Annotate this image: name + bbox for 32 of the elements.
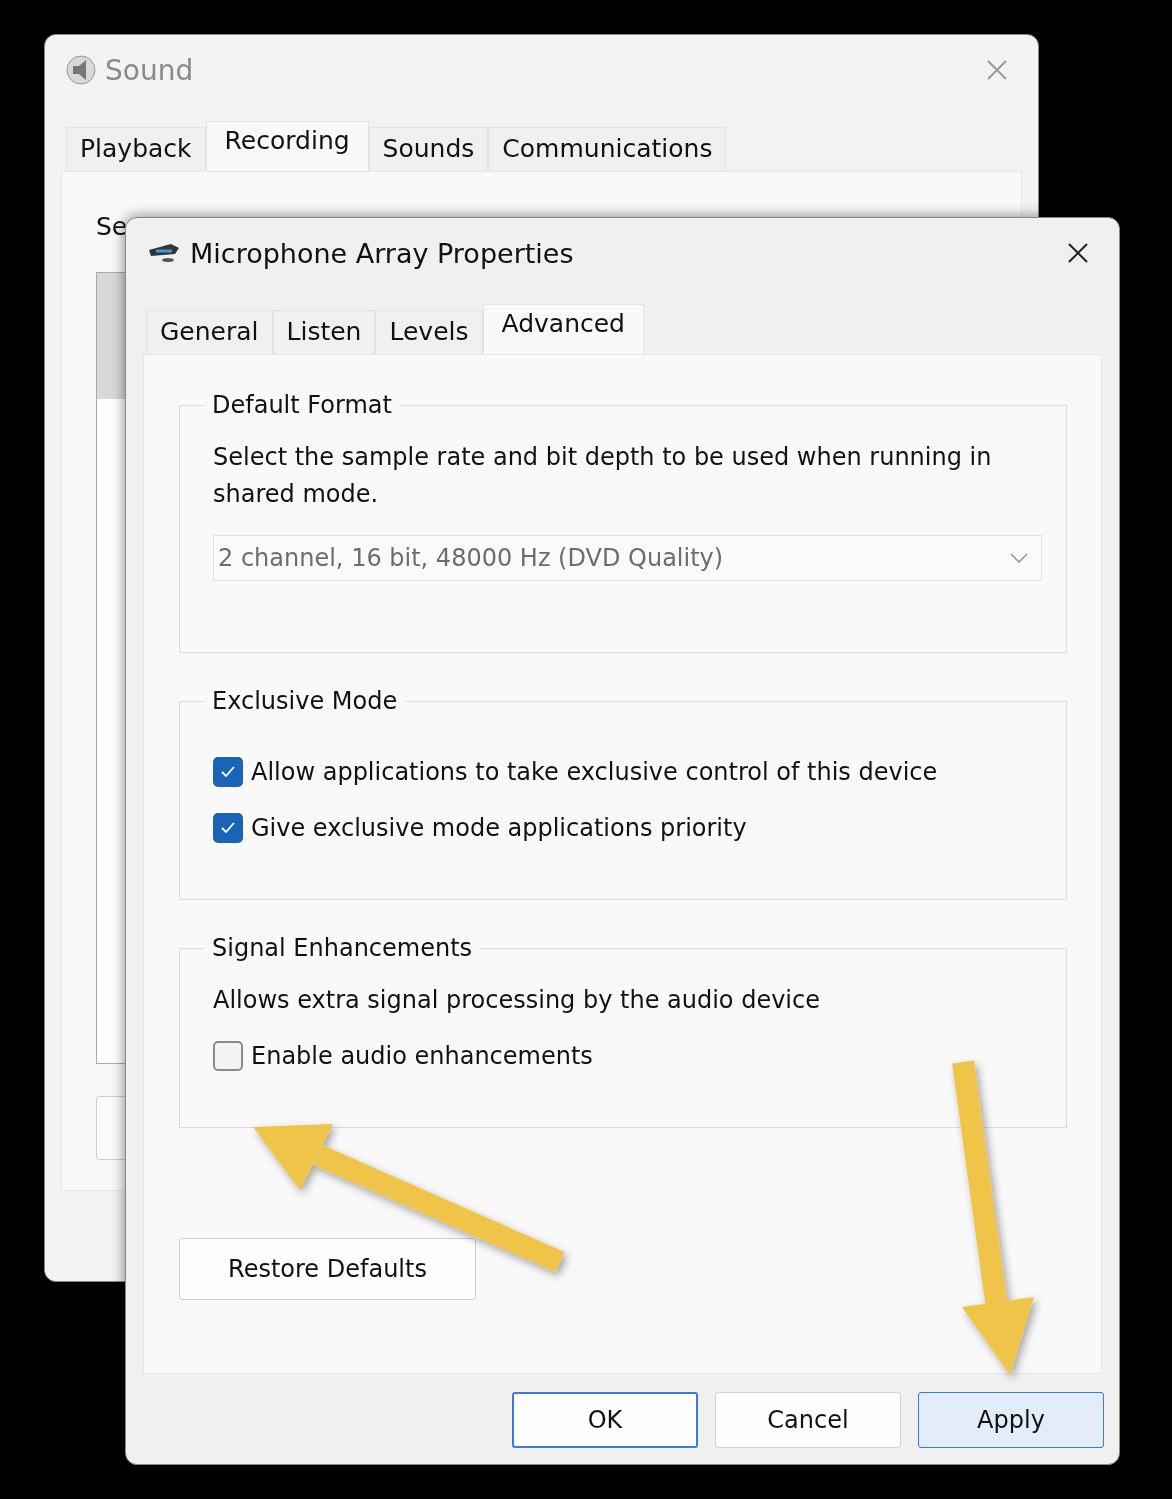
window-title: Sound — [105, 53, 195, 87]
close-icon — [1067, 242, 1089, 264]
restore-defaults-button[interactable]: Restore Defaults — [179, 1238, 476, 1300]
close-icon — [986, 59, 1008, 81]
checkbox[interactable] — [213, 1041, 243, 1071]
tab[interactable]: Communications — [488, 127, 727, 171]
description-text: Select the sample rate and bit depth to be used when running in shared mode. — [213, 442, 993, 510]
group-title: Default Format — [211, 391, 393, 419]
selected-device-row[interactable] — [97, 273, 125, 399]
chevron-down-icon — [1009, 552, 1029, 564]
dialog-button[interactable]: Apply — [918, 1392, 1104, 1448]
tab[interactable]: Playback — [66, 127, 206, 171]
tab[interactable]: General — [146, 310, 273, 354]
checkbox[interactable] — [213, 813, 243, 843]
dialog-button[interactable]: OK — [512, 1392, 698, 1448]
group-title: Exclusive Mode — [211, 687, 399, 715]
group-title: Signal Enhancements — [211, 934, 474, 962]
checkbox[interactable] — [213, 757, 243, 787]
checkbox-label: Allow applications to take exclusive control of this device — [251, 758, 938, 786]
speaker-icon — [65, 54, 97, 86]
window-title: Microphone Array Properties — [190, 237, 575, 269]
tab[interactable]: Recording — [205, 121, 369, 171]
button[interactable] — [96, 1096, 125, 1160]
tab[interactable]: Sounds — [368, 127, 489, 171]
instruction-text: Se — [96, 212, 128, 241]
checkbox-label: Give exclusive mode applications priority — [251, 814, 747, 842]
checkbox-label: Enable audio enhancements — [251, 1042, 593, 1070]
tab[interactable]: Listen — [272, 310, 376, 354]
dialog-button[interactable]: Cancel — [715, 1392, 901, 1448]
description-text: Allows extra signal processing by the audio device — [213, 985, 821, 1016]
tab[interactable]: Levels — [375, 310, 483, 354]
tab[interactable]: Advanced — [482, 304, 644, 354]
